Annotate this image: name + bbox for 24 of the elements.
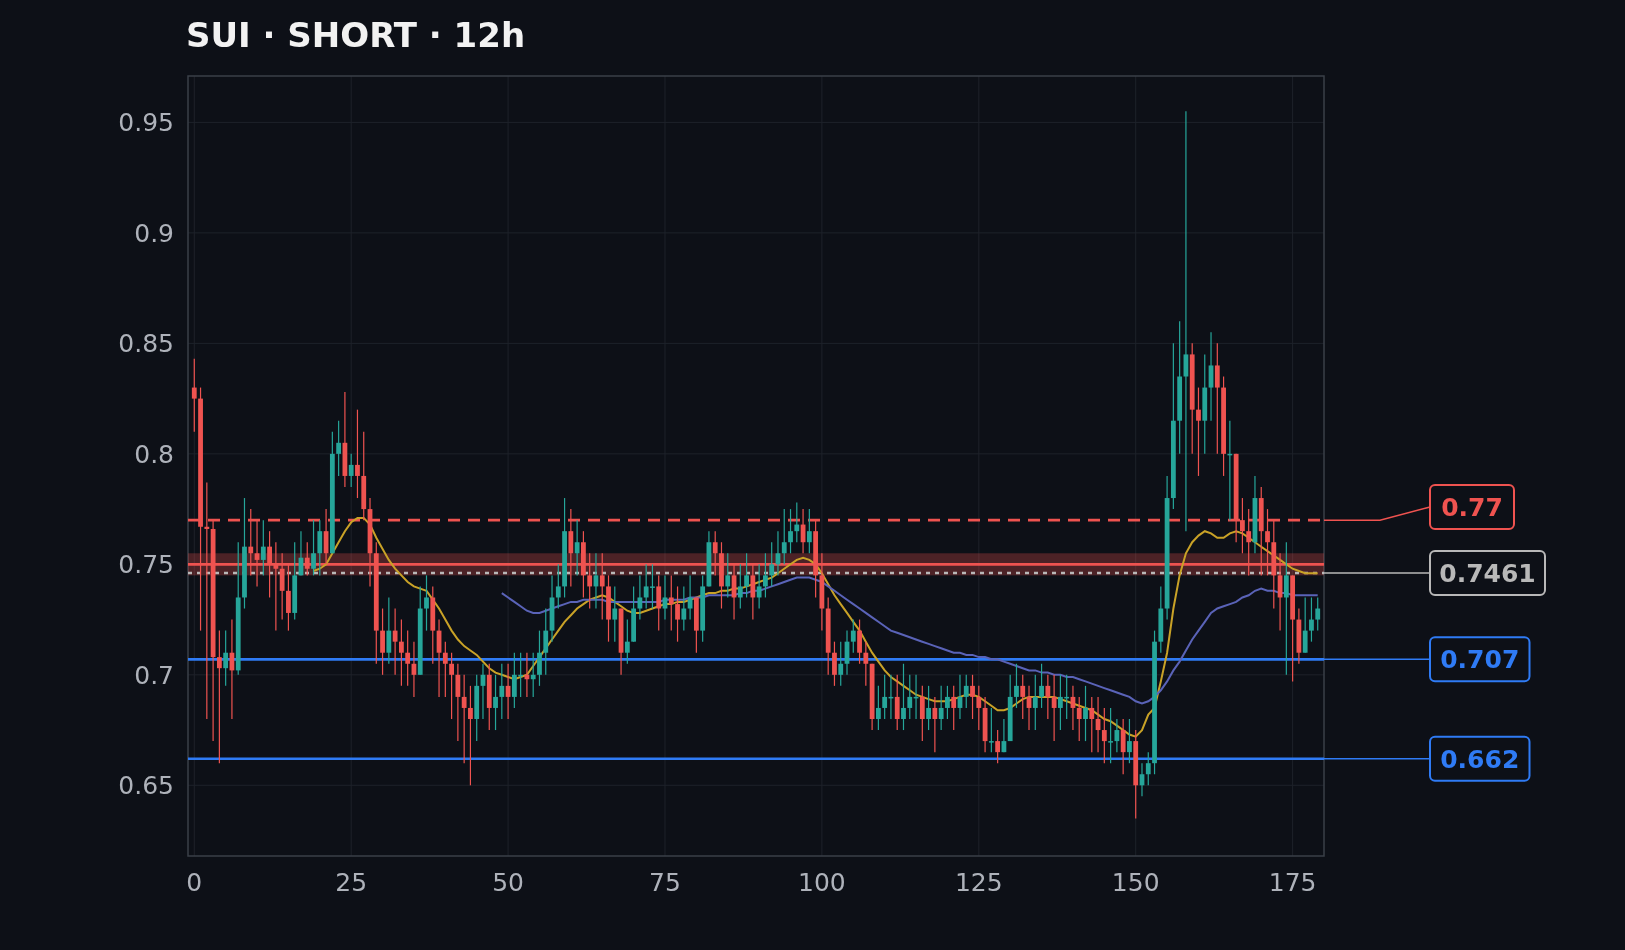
axis-label: 25 <box>335 868 368 897</box>
axis-label: 0.65 <box>118 771 174 801</box>
ref-line-label: 0.77 <box>1441 492 1503 522</box>
chart-title: SUI · SHORT · 12h <box>185 14 527 57</box>
axis-label: 100 <box>798 868 846 897</box>
axis-label: 50 <box>492 868 524 897</box>
axis-label: 175 <box>1268 868 1317 897</box>
price-label: 0.77 <box>1429 483 1515 530</box>
axis-label: 0 <box>186 868 203 897</box>
axis-label: 0.95 <box>118 108 174 138</box>
axis-label: 125 <box>954 868 1003 897</box>
ref-line-label: 0.707 <box>1440 645 1520 675</box>
axis-label: 0.9 <box>134 218 174 248</box>
axis-label: 0.7 <box>134 660 174 690</box>
price-label: 0.7461 <box>1429 549 1546 596</box>
axis-label: 0.8 <box>134 439 174 469</box>
price-label: 0.662 <box>1429 735 1531 782</box>
axis-label: 150 <box>1111 868 1160 897</box>
price-label: 0.707 <box>1429 636 1531 683</box>
axis-label: 0.75 <box>118 550 174 580</box>
axis-label: 0.85 <box>118 329 174 359</box>
ref-line-label: 0.662 <box>1440 744 1520 774</box>
axis-label: 75 <box>649 868 681 897</box>
ref-line-label: 0.7461 <box>1439 558 1536 588</box>
